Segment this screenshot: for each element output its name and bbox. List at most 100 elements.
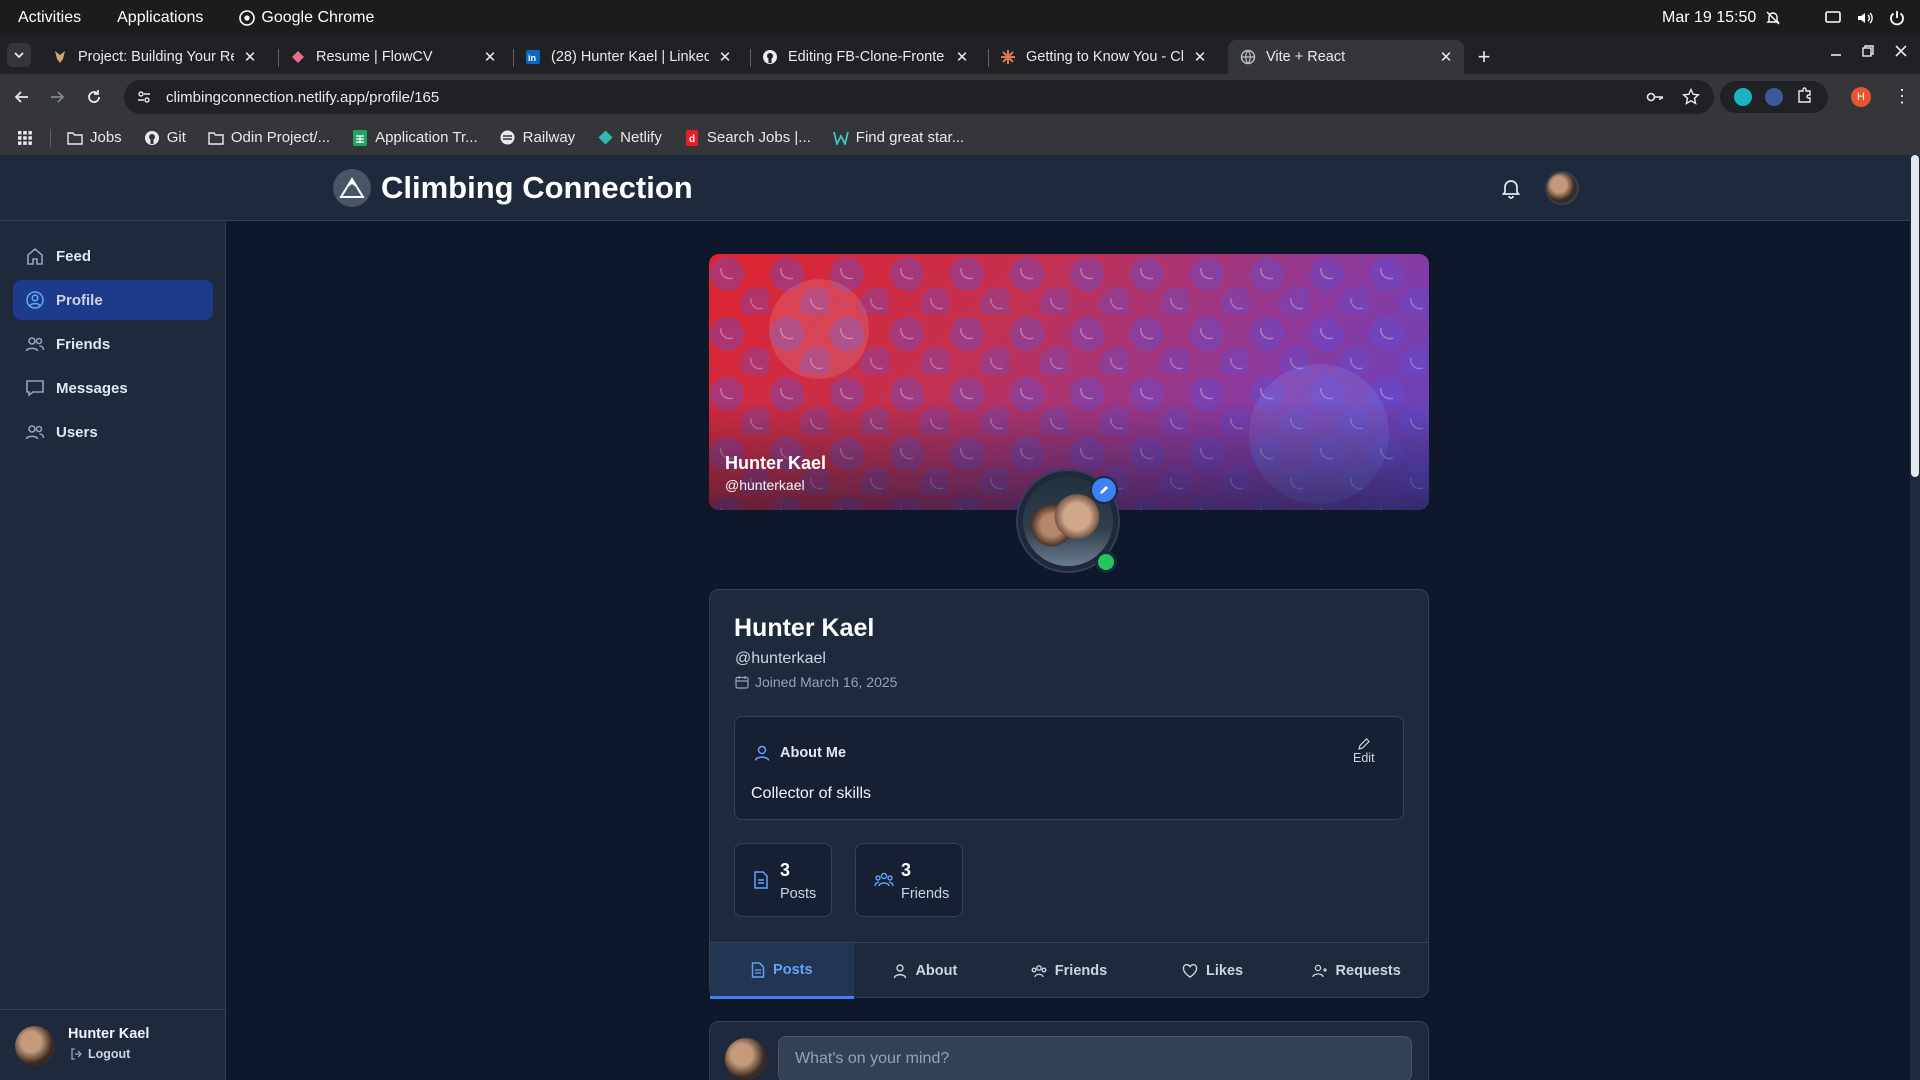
header-user-avatar[interactable] xyxy=(1545,171,1579,205)
bookmark-search-jobs[interactable]: d Search Jobs |... xyxy=(684,129,811,146)
browser-tab-active[interactable]: Vite + React ✕ xyxy=(1228,40,1464,74)
document-icon xyxy=(751,961,765,978)
sidebar-item-friends[interactable]: Friends xyxy=(13,324,213,364)
close-icon[interactable]: ✕ xyxy=(954,49,970,66)
bookmark-label: Jobs xyxy=(90,129,122,146)
github-icon xyxy=(144,130,160,146)
applications-menu[interactable]: Applications xyxy=(99,9,221,27)
site-info-icon[interactable] xyxy=(134,87,154,107)
sidebar-item-messages[interactable]: Messages xyxy=(13,368,213,408)
tab-label: Friends xyxy=(1054,963,1108,979)
minimize-button[interactable] xyxy=(1830,44,1842,60)
bookmark-application-tracker[interactable]: Application Tr... xyxy=(352,129,478,146)
reload-icon xyxy=(88,90,100,103)
cover-user-handle: @hunterkael xyxy=(725,477,805,493)
screen-icon[interactable] xyxy=(1824,9,1842,27)
bookmark-railway[interactable]: Railway xyxy=(500,129,575,146)
chrome-icon xyxy=(239,9,256,26)
bookmarks-bar: Jobs Git Odin Project/... Application Tr… xyxy=(0,120,1920,155)
tab-likes[interactable]: Likes xyxy=(1141,943,1285,999)
tab-posts[interactable]: Posts xyxy=(710,943,854,999)
github-icon xyxy=(762,49,778,65)
close-icon[interactable]: ✕ xyxy=(717,49,733,66)
clock[interactable]: Mar 19 15:50 xyxy=(1662,9,1756,27)
close-icon[interactable]: ✕ xyxy=(482,49,498,66)
volume-icon[interactable] xyxy=(1856,9,1874,27)
activities-button[interactable]: Activities xyxy=(0,9,99,27)
posts-count: 3 xyxy=(780,860,791,880)
users-icon xyxy=(25,334,45,354)
apps-grid-icon[interactable] xyxy=(18,130,32,145)
back-button[interactable] xyxy=(12,87,32,107)
bookmark-odin-project[interactable]: Odin Project/... xyxy=(208,129,330,146)
browser-tab[interactable]: Project: Building Your Re ✕ xyxy=(40,40,268,74)
restore-button[interactable] xyxy=(1862,44,1874,60)
tab-title: Project: Building Your Re xyxy=(78,49,234,65)
browser-tab[interactable]: in (28) Hunter Kael | Linked ✕ xyxy=(513,40,743,74)
edit-about-button[interactable]: Edit xyxy=(1353,737,1375,765)
browser-tab[interactable]: Resume | FlowCV ✕ xyxy=(278,40,508,74)
tab-label: Posts xyxy=(773,961,813,978)
scrollbar-thumb[interactable] xyxy=(1911,155,1919,477)
document-icon xyxy=(753,871,769,894)
calendar-icon xyxy=(735,676,749,689)
browser-tab[interactable]: Editing FB-Clone-Fronte ✕ xyxy=(750,40,980,74)
kebab-menu-icon[interactable]: ⋮ xyxy=(1893,86,1911,107)
posts-stat-card[interactable]: 3 Posts xyxy=(734,843,832,917)
extension-m-icon[interactable] xyxy=(1734,88,1753,106)
notification-bell-off-icon[interactable] xyxy=(1764,9,1782,27)
new-tab-button[interactable]: + xyxy=(1472,44,1496,69)
new-post-input[interactable] xyxy=(778,1036,1412,1080)
bookmark-netlify[interactable]: Netlify xyxy=(597,129,662,146)
close-icon[interactable]: ✕ xyxy=(242,49,258,66)
forward-button[interactable] xyxy=(47,87,67,107)
address-bar[interactable]: climbingconnection.netlify.app/profile/1… xyxy=(124,80,1714,114)
bookmark-wellfound[interactable]: Find great star... xyxy=(832,129,964,146)
tab-about[interactable]: About xyxy=(854,943,998,999)
logout-icon xyxy=(71,1048,82,1060)
sidebar-item-users[interactable]: Users xyxy=(13,412,213,452)
users-icon xyxy=(874,871,894,894)
close-icon[interactable]: ✕ xyxy=(1192,49,1208,66)
claude-icon xyxy=(1000,49,1016,65)
avatar[interactable] xyxy=(15,1026,55,1066)
tab-friends[interactable]: Friends xyxy=(997,943,1141,999)
user-icon xyxy=(754,745,770,761)
app-menu-chrome[interactable]: Google Chrome xyxy=(221,9,392,27)
bookmark-git[interactable]: Git xyxy=(144,129,186,146)
browser-toolbar: climbingconnection.netlify.app/profile/1… xyxy=(0,74,1920,120)
reload-button[interactable] xyxy=(84,87,104,107)
logout-button[interactable]: Logout xyxy=(70,1047,130,1061)
url-text[interactable]: climbingconnection.netlify.app/profile/1… xyxy=(166,89,439,106)
sidebar-item-profile[interactable]: Profile xyxy=(13,280,213,320)
home-icon xyxy=(25,246,45,266)
profile-card: Hunter Kael @hunterkael Joined March 16,… xyxy=(709,589,1429,999)
password-key-icon[interactable] xyxy=(1646,88,1664,111)
react-devtools-icon[interactable] xyxy=(1764,88,1783,106)
edit-avatar-button[interactable] xyxy=(1090,476,1118,504)
tab-search-button[interactable] xyxy=(7,43,31,67)
sidebar-item-feed[interactable]: Feed xyxy=(13,236,213,276)
puzzle-extensions-icon[interactable] xyxy=(1796,86,1814,109)
close-icon[interactable]: ✕ xyxy=(1438,49,1454,66)
browser-profile-avatar[interactable]: H xyxy=(1851,87,1871,107)
globe-icon xyxy=(1240,49,1256,65)
notifications-bell-icon[interactable] xyxy=(1500,177,1522,204)
friends-stat-card[interactable]: 3 Friends xyxy=(855,843,963,917)
profile-handle: @hunterkael xyxy=(735,650,826,667)
close-window-button[interactable] xyxy=(1895,44,1907,60)
app-title[interactable]: Climbing Connection xyxy=(381,170,693,206)
mountain-logo-icon[interactable] xyxy=(333,169,371,207)
bookmark-jobs[interactable]: Jobs xyxy=(67,129,122,146)
extensions-group xyxy=(1720,81,1828,113)
bookmark-star-icon[interactable] xyxy=(1681,87,1701,111)
power-icon[interactable] xyxy=(1888,9,1906,27)
friends-label: Friends xyxy=(901,886,950,902)
app-viewport: Climbing Connection Feed Profile Friends… xyxy=(0,155,1920,1080)
sidebar-user-name: Hunter Kael xyxy=(68,1026,150,1042)
odin-icon xyxy=(52,49,68,65)
tab-requests[interactable]: Requests xyxy=(1284,943,1428,999)
tab-label: About xyxy=(915,963,958,979)
browser-tab[interactable]: Getting to Know You - Cl ✕ xyxy=(988,40,1218,74)
logout-label: Logout xyxy=(88,1047,131,1061)
